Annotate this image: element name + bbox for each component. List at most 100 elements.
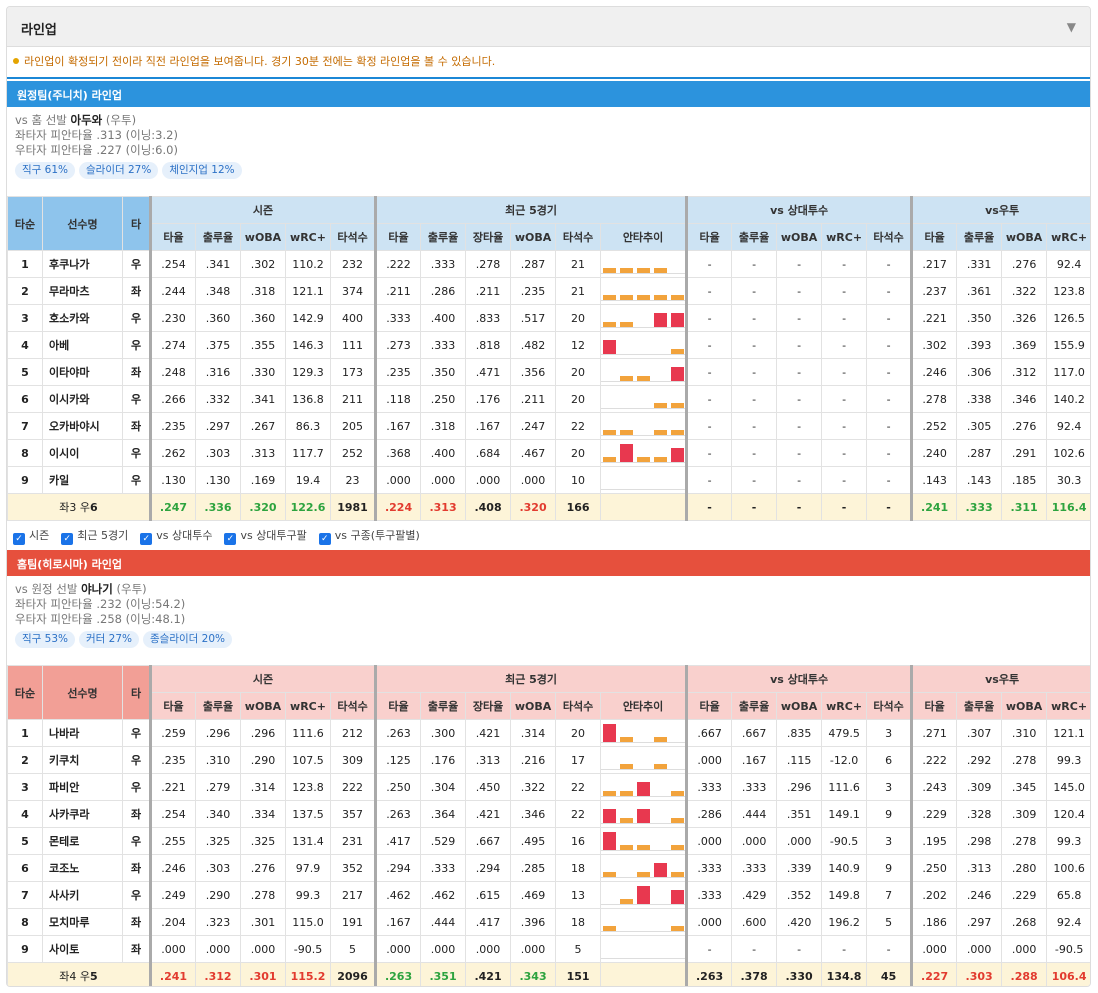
col-recent-2[interactable]: 장타율: [465, 223, 512, 251]
recent-stat: .278: [465, 250, 512, 278]
pitcher-name[interactable]: 아두와: [71, 113, 103, 127]
season-stat: .355: [240, 331, 286, 359]
vs-pitcher-stat: -: [821, 358, 868, 386]
col-season-3[interactable]: wRC+: [285, 223, 331, 251]
player-name[interactable]: 이시카와: [42, 385, 123, 413]
player-name[interactable]: 나바라: [42, 719, 123, 747]
col-season-4[interactable]: 타석수: [329, 223, 377, 251]
col-season-2[interactable]: wOBA: [240, 692, 286, 720]
player-name[interactable]: 모치마루: [42, 908, 123, 936]
season-stat: 107.5: [285, 746, 331, 774]
season-stat: .325: [195, 827, 241, 855]
player-name[interactable]: 오카바야시: [42, 412, 123, 440]
player-name[interactable]: 이타야마: [42, 358, 123, 386]
col-recent-0[interactable]: 타율: [374, 692, 422, 720]
filter-checkbox[interactable]: ✓ vs 상대투구팔: [224, 529, 307, 545]
recent-stat: .615: [465, 881, 512, 909]
pitcher-prefix: vs 원정 선발: [15, 582, 78, 596]
checkbox-checked-icon[interactable]: ✓: [140, 533, 153, 545]
total-season-stat: 122.6: [285, 493, 331, 521]
col-vspitcher-3[interactable]: wRC+: [821, 223, 868, 251]
total-recent-stat: .320: [510, 493, 557, 521]
recent-stat: .467: [510, 439, 557, 467]
player-name[interactable]: 키쿠치: [42, 746, 123, 774]
player-name[interactable]: 몬테로: [42, 827, 123, 855]
player-name[interactable]: 호소카와: [42, 304, 123, 332]
checkbox-checked-icon[interactable]: ✓: [61, 533, 74, 545]
col-recent-1[interactable]: 출루율: [420, 692, 467, 720]
total-season-stat: .301: [240, 962, 286, 986]
col-vspitcher-2[interactable]: wOBA: [776, 223, 823, 251]
col-recent-3[interactable]: wOBA: [510, 223, 557, 251]
col-vspitcher-0[interactable]: 타율: [685, 692, 733, 720]
col-vspitcher-2[interactable]: wOBA: [776, 692, 823, 720]
checkbox-checked-icon[interactable]: ✓: [224, 533, 237, 545]
season-stat: .276: [240, 854, 286, 882]
col-season-0[interactable]: 타율: [149, 692, 196, 720]
col-vshand-0[interactable]: 타율: [910, 692, 958, 720]
col-season-1[interactable]: 출루율: [195, 223, 241, 251]
vs-hand-stat: 65.8: [1046, 881, 1090, 909]
col-recent-4[interactable]: 타석수: [555, 692, 602, 720]
col-vshand-0[interactable]: 타율: [910, 223, 958, 251]
player-name[interactable]: 후쿠나가: [42, 250, 123, 278]
vs-pitcher-stat: -: [821, 250, 868, 278]
player-name[interactable]: 사이토: [42, 935, 123, 963]
hit-bar: [620, 268, 634, 273]
checkbox-checked-icon[interactable]: ✓: [13, 533, 25, 545]
player-name[interactable]: 아베: [42, 331, 123, 359]
vs-pitcher-stat: -: [731, 277, 778, 305]
filter-checkbox[interactable]: ✓ vs 구종(투구팔별): [318, 529, 420, 545]
batter-row: 2 키쿠치 우 .235.310.290 107.5 309.125.176.313.21…: [7, 746, 1090, 774]
col-vspitcher-4[interactable]: 타석수: [866, 223, 913, 251]
lineup-header[interactable]: 라인업 ▼: [7, 7, 1090, 47]
col-recent-1[interactable]: 출루율: [420, 223, 467, 251]
player-name[interactable]: 파비안: [42, 773, 123, 801]
pitcher-name[interactable]: 야나기: [81, 582, 113, 596]
collapse-caret-icon[interactable]: ▼: [1067, 20, 1076, 34]
col-season-1[interactable]: 출루율: [195, 692, 241, 720]
col-vshand-1[interactable]: 출루율: [956, 223, 1003, 251]
vs-hand-stat: .369: [1001, 331, 1048, 359]
col-vspitcher-0[interactable]: 타율: [685, 223, 733, 251]
vs-hand-stat: 92.4: [1046, 908, 1090, 936]
batting-hand: 좌: [122, 935, 151, 963]
col-season-3[interactable]: wRC+: [285, 692, 331, 720]
col-vshand-3[interactable]: wRC+: [1046, 692, 1090, 720]
filter-checkbox[interactable]: ✓ vs 상대투수: [140, 529, 212, 545]
filter-checkbox[interactable]: ✓ 시즌: [13, 529, 49, 545]
col-recent-4[interactable]: 타석수: [555, 223, 602, 251]
col-vspitcher-3[interactable]: wRC+: [821, 692, 868, 720]
player-name[interactable]: 코조노: [42, 854, 123, 882]
col-vshand-3[interactable]: wRC+: [1046, 223, 1090, 251]
col-recent-2[interactable]: 장타율: [465, 692, 512, 720]
player-name[interactable]: 무라마츠: [42, 277, 123, 305]
col-recent-3[interactable]: wOBA: [510, 692, 557, 720]
total-trend: [600, 493, 688, 521]
col-season-0[interactable]: 타율: [149, 223, 196, 251]
col-vshand-1[interactable]: 출루율: [956, 692, 1003, 720]
player-name[interactable]: 이시이: [42, 439, 123, 467]
col-vshand-2[interactable]: wOBA: [1001, 223, 1048, 251]
checkbox-checked-icon[interactable]: ✓: [318, 533, 331, 545]
col-vshand-2[interactable]: wOBA: [1001, 692, 1048, 720]
col-vspitcher-1[interactable]: 출루율: [731, 692, 778, 720]
total-vs-pitcher-stat: 45: [866, 962, 913, 986]
col-season-2[interactable]: wOBA: [240, 223, 286, 251]
col-vspitcher-1[interactable]: 출루율: [731, 223, 778, 251]
vs-hand-stat: .000: [910, 935, 958, 963]
season-stat: 137.5: [285, 800, 331, 828]
col-recent-5[interactable]: 안타추이: [600, 692, 688, 720]
player-name[interactable]: 사사키: [42, 881, 123, 909]
col-season-4[interactable]: 타석수: [329, 692, 377, 720]
col-vspitcher-4[interactable]: 타석수: [866, 692, 913, 720]
vs-pitcher-stat: -: [685, 439, 733, 467]
filter-checkbox[interactable]: ✓ 최근 5경기: [61, 529, 128, 545]
recent-stat: .400: [420, 439, 467, 467]
vs-hand-stat: .338: [956, 385, 1003, 413]
col-recent-0[interactable]: 타율: [374, 223, 422, 251]
vs-hand-stat: .143: [910, 466, 958, 494]
col-recent-5[interactable]: 안타추이: [600, 223, 688, 251]
player-name[interactable]: 카일: [42, 466, 123, 494]
player-name[interactable]: 사카쿠라: [42, 800, 123, 828]
